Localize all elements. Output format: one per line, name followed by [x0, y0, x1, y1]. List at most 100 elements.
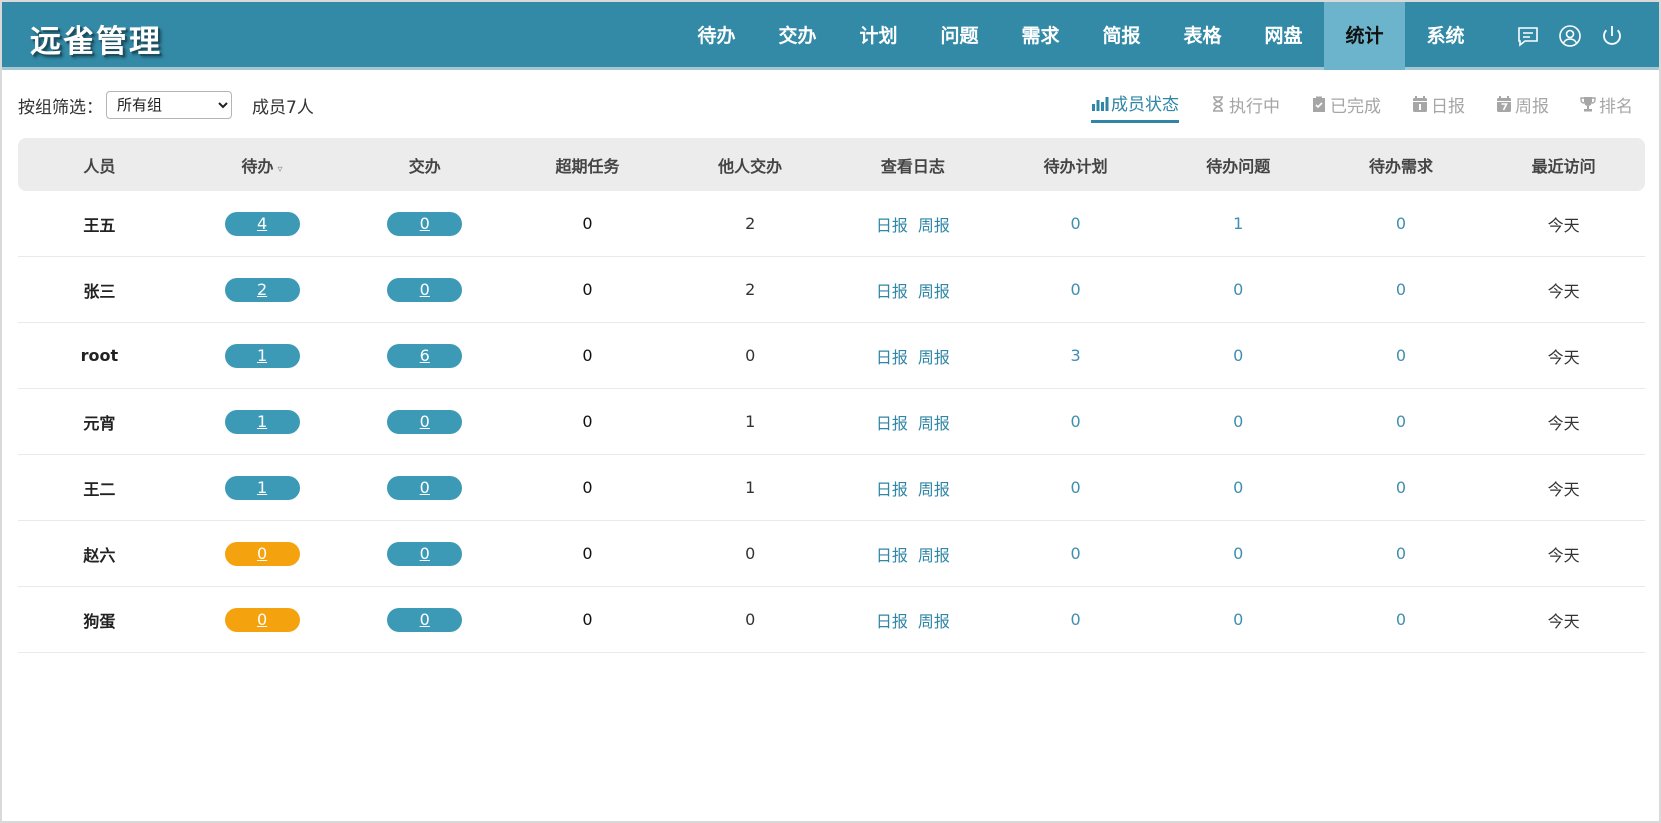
nav-item-plan[interactable]: 计划 [838, 2, 919, 70]
pending-requirements-count[interactable]: 0 [1320, 412, 1483, 431]
nav-item-sheet[interactable]: 表格 [1162, 2, 1243, 70]
pending-issues-count[interactable]: 0 [1157, 610, 1320, 629]
col-header-last-visit: 最近访问 [1531, 156, 1596, 176]
pending-plans-count[interactable]: 0 [994, 478, 1157, 497]
pending-plans-count[interactable]: 0 [994, 544, 1157, 563]
weekly-report-link[interactable]: 周报 [918, 348, 950, 367]
nav-item-system[interactable]: 系统 [1405, 2, 1486, 70]
member-name: 狗蛋 [83, 611, 116, 631]
tab-completed[interactable]: 已完成 [1310, 90, 1381, 123]
daily-report-link[interactable]: 日报 [876, 414, 908, 433]
todo-cell: 1 [181, 343, 344, 368]
by-others-count: 0 [745, 544, 756, 563]
table-row: 赵六 0 0 0 0 日报 周报 0 0 0 今天 [18, 521, 1645, 587]
assigned-cell: 0 [343, 409, 506, 434]
daily-report-link[interactable]: 日报 [876, 612, 908, 631]
clipboard-check-icon [1313, 96, 1325, 112]
col-header-todo[interactable]: 待办 ▿ [181, 153, 344, 177]
trophy-icon [1580, 97, 1596, 112]
assigned-count-badge[interactable]: 0 [387, 541, 463, 566]
tab-daily-report[interactable]: 日报 [1411, 90, 1465, 123]
tab-weekly-report[interactable]: 周报 [1495, 90, 1549, 123]
pending-plans-count[interactable]: 0 [994, 280, 1157, 299]
last-visit: 今天 [1547, 347, 1580, 367]
pending-issues-count[interactable]: 0 [1157, 478, 1320, 497]
weekly-report-link[interactable]: 周报 [918, 612, 950, 631]
power-icon[interactable] [1600, 24, 1624, 48]
by-others-count: 0 [745, 610, 756, 629]
header-actions [1516, 24, 1624, 48]
nav-item-stats[interactable]: 统计 [1324, 2, 1405, 70]
filter-label: 按组筛选： [18, 97, 103, 118]
assigned-count-badge[interactable]: 6 [387, 343, 463, 368]
assigned-count-badge[interactable]: 0 [387, 211, 463, 236]
todo-count-badge[interactable]: 1 [224, 343, 300, 368]
nav-item-drive[interactable]: 网盘 [1243, 2, 1324, 70]
daily-report-link[interactable]: 日报 [876, 282, 908, 301]
table-row: root 1 6 0 0 日报 周报 3 0 0 今天 [18, 323, 1645, 389]
overdue-count: 0 [582, 544, 593, 563]
pending-issues-count[interactable]: 0 [1157, 544, 1320, 563]
todo-count-badge[interactable]: 0 [224, 607, 300, 632]
assigned-count-badge[interactable]: 0 [387, 409, 463, 434]
table-header: 人员 待办 ▿ 交办 超期任务 他人交办 查看日志 待办计划 待办问题 待办需求 … [18, 138, 1645, 191]
assigned-cell: 0 [343, 607, 506, 632]
pending-plans-count[interactable]: 0 [994, 214, 1157, 233]
pending-requirements-count[interactable]: 0 [1320, 214, 1483, 233]
weekly-report-link[interactable]: 周报 [918, 282, 950, 301]
pending-plans-count[interactable]: 0 [994, 610, 1157, 629]
log-links: 日报 周报 [832, 212, 995, 236]
nav-item-todo[interactable]: 待办 [676, 2, 757, 70]
col-header-assigned: 交办 [408, 156, 441, 176]
nav-item-issue[interactable]: 问题 [919, 2, 1000, 70]
assigned-count-badge[interactable]: 0 [387, 475, 463, 500]
weekly-report-link[interactable]: 周报 [918, 546, 950, 565]
table-row: 王二 1 0 0 1 日报 周报 0 0 0 今天 [18, 455, 1645, 521]
daily-report-link[interactable]: 日报 [876, 216, 908, 235]
log-links: 日报 周报 [832, 608, 995, 632]
group-select[interactable]: 所有组 [106, 91, 232, 119]
pending-plans-count[interactable]: 0 [994, 412, 1157, 431]
assigned-count-badge[interactable]: 0 [387, 277, 463, 302]
pending-issues-count[interactable]: 0 [1157, 412, 1320, 431]
daily-report-link[interactable]: 日报 [876, 480, 908, 499]
user-icon[interactable] [1558, 24, 1582, 48]
todo-cell: 0 [181, 541, 344, 566]
todo-count-badge[interactable]: 2 [224, 277, 300, 302]
tab-member-status[interactable]: 成员状态 [1091, 90, 1179, 123]
weekly-report-link[interactable]: 周报 [918, 216, 950, 235]
table-row: 狗蛋 0 0 0 0 日报 周报 0 0 0 今天 [18, 587, 1645, 653]
daily-report-link[interactable]: 日报 [876, 348, 908, 367]
todo-count-badge[interactable]: 1 [224, 409, 300, 434]
weekly-report-link[interactable]: 周报 [918, 480, 950, 499]
weekly-report-link[interactable]: 周报 [918, 414, 950, 433]
daily-report-link[interactable]: 日报 [876, 546, 908, 565]
message-icon[interactable] [1516, 24, 1540, 48]
pending-requirements-count[interactable]: 0 [1320, 478, 1483, 497]
overdue-count: 0 [582, 478, 593, 497]
tab-ranking[interactable]: 排名 [1579, 90, 1633, 123]
log-links: 日报 周报 [832, 278, 995, 302]
pending-requirements-count[interactable]: 0 [1320, 544, 1483, 563]
assigned-count-badge[interactable]: 0 [387, 607, 463, 632]
log-links: 日报 周报 [832, 410, 995, 434]
todo-cell: 0 [181, 607, 344, 632]
nav-item-requirement[interactable]: 需求 [1000, 2, 1081, 70]
pending-issues-count[interactable]: 1 [1157, 214, 1320, 233]
member-name: 元宵 [83, 413, 116, 433]
tab-in-progress[interactable]: 执行中 [1209, 90, 1280, 123]
todo-count-badge[interactable]: 0 [224, 541, 300, 566]
pending-issues-count[interactable]: 0 [1157, 346, 1320, 365]
pending-issues-count[interactable]: 0 [1157, 280, 1320, 299]
pending-plans-count[interactable]: 3 [994, 346, 1157, 365]
todo-cell: 1 [181, 475, 344, 500]
todo-count-badge[interactable]: 4 [224, 211, 300, 236]
app-logo[interactable]: 远雀管理 [30, 16, 162, 61]
pending-requirements-count[interactable]: 0 [1320, 346, 1483, 365]
todo-count-badge[interactable]: 1 [224, 475, 300, 500]
main-nav: 待办 交办 计划 问题 需求 简报 表格 网盘 统计 系统 [676, 2, 1486, 70]
pending-requirements-count[interactable]: 0 [1320, 280, 1483, 299]
nav-item-brief[interactable]: 简报 [1081, 2, 1162, 70]
nav-item-assigned[interactable]: 交办 [757, 2, 838, 70]
pending-requirements-count[interactable]: 0 [1320, 610, 1483, 629]
